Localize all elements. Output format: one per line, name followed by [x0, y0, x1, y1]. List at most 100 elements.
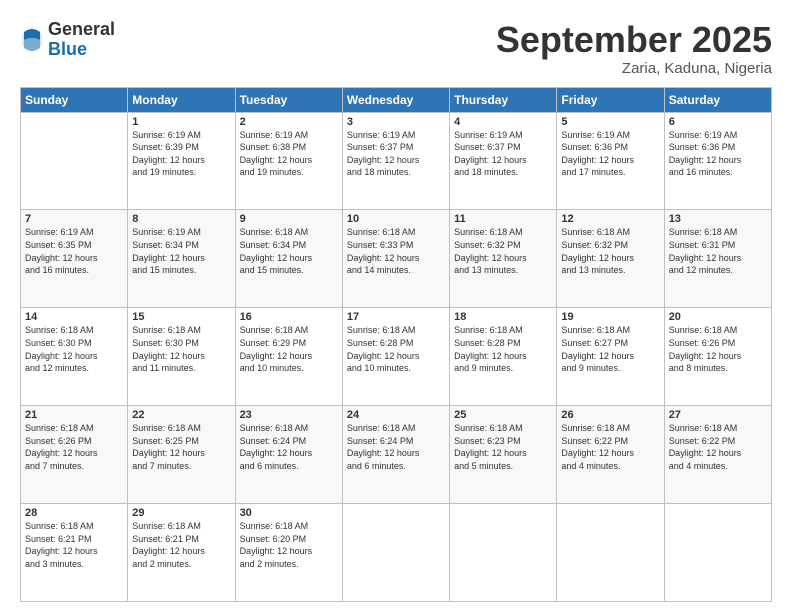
col-thursday: Thursday: [450, 87, 557, 112]
table-row: 17 Sunrise: 6:18 AMSunset: 6:28 PMDaylig…: [342, 308, 449, 406]
day-info: Sunrise: 6:18 AMSunset: 6:21 PMDaylight:…: [25, 521, 98, 569]
table-row: 30 Sunrise: 6:18 AMSunset: 6:20 PMDaylig…: [235, 504, 342, 602]
day-info: Sunrise: 6:19 AMSunset: 6:38 PMDaylight:…: [240, 130, 313, 178]
table-row: 24 Sunrise: 6:18 AMSunset: 6:24 PMDaylig…: [342, 406, 449, 504]
table-row: 2 Sunrise: 6:19 AMSunset: 6:38 PMDayligh…: [235, 112, 342, 210]
calendar: Sunday Monday Tuesday Wednesday Thursday…: [20, 87, 772, 602]
day-number: 13: [669, 213, 767, 225]
day-info: Sunrise: 6:18 AMSunset: 6:28 PMDaylight:…: [454, 325, 527, 373]
day-number: 1: [132, 116, 230, 128]
header: General Blue September 2025 Zaria, Kadun…: [20, 20, 772, 77]
logo-icon: [20, 26, 44, 54]
day-number: 21: [25, 409, 123, 421]
day-number: 4: [454, 116, 552, 128]
day-info: Sunrise: 6:18 AMSunset: 6:33 PMDaylight:…: [347, 227, 420, 275]
table-row: 4 Sunrise: 6:19 AMSunset: 6:37 PMDayligh…: [450, 112, 557, 210]
day-number: 29: [132, 507, 230, 519]
table-row: [557, 504, 664, 602]
table-row: 10 Sunrise: 6:18 AMSunset: 6:33 PMDaylig…: [342, 210, 449, 308]
day-number: 23: [240, 409, 338, 421]
table-row: 13 Sunrise: 6:18 AMSunset: 6:31 PMDaylig…: [664, 210, 771, 308]
day-info: Sunrise: 6:18 AMSunset: 6:32 PMDaylight:…: [561, 227, 634, 275]
table-row: [342, 504, 449, 602]
table-row: 20 Sunrise: 6:18 AMSunset: 6:26 PMDaylig…: [664, 308, 771, 406]
day-number: 7: [25, 213, 123, 225]
day-number: 28: [25, 507, 123, 519]
day-info: Sunrise: 6:18 AMSunset: 6:22 PMDaylight:…: [669, 423, 742, 471]
table-row: 23 Sunrise: 6:18 AMSunset: 6:24 PMDaylig…: [235, 406, 342, 504]
day-number: 27: [669, 409, 767, 421]
day-info: Sunrise: 6:19 AMSunset: 6:34 PMDaylight:…: [132, 227, 205, 275]
day-number: 17: [347, 311, 445, 323]
table-row: 18 Sunrise: 6:18 AMSunset: 6:28 PMDaylig…: [450, 308, 557, 406]
table-row: [450, 504, 557, 602]
day-number: 15: [132, 311, 230, 323]
day-number: 3: [347, 116, 445, 128]
table-row: 7 Sunrise: 6:19 AMSunset: 6:35 PMDayligh…: [21, 210, 128, 308]
day-number: 14: [25, 311, 123, 323]
day-info: Sunrise: 6:18 AMSunset: 6:27 PMDaylight:…: [561, 325, 634, 373]
day-number: 25: [454, 409, 552, 421]
day-info: Sunrise: 6:19 AMSunset: 6:37 PMDaylight:…: [347, 130, 420, 178]
day-number: 10: [347, 213, 445, 225]
day-info: Sunrise: 6:18 AMSunset: 6:25 PMDaylight:…: [132, 423, 205, 471]
day-info: Sunrise: 6:18 AMSunset: 6:26 PMDaylight:…: [669, 325, 742, 373]
day-number: 24: [347, 409, 445, 421]
table-row: 21 Sunrise: 6:18 AMSunset: 6:26 PMDaylig…: [21, 406, 128, 504]
calendar-header-row: Sunday Monday Tuesday Wednesday Thursday…: [21, 87, 772, 112]
table-row: 25 Sunrise: 6:18 AMSunset: 6:23 PMDaylig…: [450, 406, 557, 504]
day-info: Sunrise: 6:18 AMSunset: 6:26 PMDaylight:…: [25, 423, 98, 471]
day-number: 26: [561, 409, 659, 421]
table-row: 5 Sunrise: 6:19 AMSunset: 6:36 PMDayligh…: [557, 112, 664, 210]
table-row: 28 Sunrise: 6:18 AMSunset: 6:21 PMDaylig…: [21, 504, 128, 602]
table-row: 15 Sunrise: 6:18 AMSunset: 6:30 PMDaylig…: [128, 308, 235, 406]
day-info: Sunrise: 6:18 AMSunset: 6:23 PMDaylight:…: [454, 423, 527, 471]
day-number: 8: [132, 213, 230, 225]
day-number: 11: [454, 213, 552, 225]
table-row: 3 Sunrise: 6:19 AMSunset: 6:37 PMDayligh…: [342, 112, 449, 210]
day-info: Sunrise: 6:18 AMSunset: 6:22 PMDaylight:…: [561, 423, 634, 471]
day-number: 6: [669, 116, 767, 128]
table-row: 11 Sunrise: 6:18 AMSunset: 6:32 PMDaylig…: [450, 210, 557, 308]
table-row: 1 Sunrise: 6:19 AMSunset: 6:39 PMDayligh…: [128, 112, 235, 210]
table-row: 22 Sunrise: 6:18 AMSunset: 6:25 PMDaylig…: [128, 406, 235, 504]
table-row: [21, 112, 128, 210]
col-friday: Friday: [557, 87, 664, 112]
col-saturday: Saturday: [664, 87, 771, 112]
day-info: Sunrise: 6:18 AMSunset: 6:34 PMDaylight:…: [240, 227, 313, 275]
day-info: Sunrise: 6:18 AMSunset: 6:30 PMDaylight:…: [132, 325, 205, 373]
day-info: Sunrise: 6:19 AMSunset: 6:39 PMDaylight:…: [132, 130, 205, 178]
day-info: Sunrise: 6:18 AMSunset: 6:28 PMDaylight:…: [347, 325, 420, 373]
col-tuesday: Tuesday: [235, 87, 342, 112]
page: General Blue September 2025 Zaria, Kadun…: [0, 0, 792, 612]
day-info: Sunrise: 6:19 AMSunset: 6:37 PMDaylight:…: [454, 130, 527, 178]
table-row: 27 Sunrise: 6:18 AMSunset: 6:22 PMDaylig…: [664, 406, 771, 504]
calendar-week-row: 21 Sunrise: 6:18 AMSunset: 6:26 PMDaylig…: [21, 406, 772, 504]
day-number: 19: [561, 311, 659, 323]
logo: General Blue: [20, 20, 115, 60]
day-number: 12: [561, 213, 659, 225]
calendar-week-row: 1 Sunrise: 6:19 AMSunset: 6:39 PMDayligh…: [21, 112, 772, 210]
table-row: 14 Sunrise: 6:18 AMSunset: 6:30 PMDaylig…: [21, 308, 128, 406]
day-info: Sunrise: 6:19 AMSunset: 6:35 PMDaylight:…: [25, 227, 98, 275]
day-number: 18: [454, 311, 552, 323]
day-info: Sunrise: 6:18 AMSunset: 6:30 PMDaylight:…: [25, 325, 98, 373]
calendar-week-row: 14 Sunrise: 6:18 AMSunset: 6:30 PMDaylig…: [21, 308, 772, 406]
day-number: 9: [240, 213, 338, 225]
col-sunday: Sunday: [21, 87, 128, 112]
day-number: 30: [240, 507, 338, 519]
table-row: 12 Sunrise: 6:18 AMSunset: 6:32 PMDaylig…: [557, 210, 664, 308]
day-info: Sunrise: 6:18 AMSunset: 6:24 PMDaylight:…: [240, 423, 313, 471]
day-info: Sunrise: 6:19 AMSunset: 6:36 PMDaylight:…: [561, 130, 634, 178]
month-title: September 2025: [496, 20, 772, 60]
table-row: 6 Sunrise: 6:19 AMSunset: 6:36 PMDayligh…: [664, 112, 771, 210]
day-number: 20: [669, 311, 767, 323]
table-row: 16 Sunrise: 6:18 AMSunset: 6:29 PMDaylig…: [235, 308, 342, 406]
day-info: Sunrise: 6:18 AMSunset: 6:24 PMDaylight:…: [347, 423, 420, 471]
calendar-week-row: 7 Sunrise: 6:19 AMSunset: 6:35 PMDayligh…: [21, 210, 772, 308]
day-number: 2: [240, 116, 338, 128]
day-info: Sunrise: 6:18 AMSunset: 6:20 PMDaylight:…: [240, 521, 313, 569]
title-block: September 2025 Zaria, Kaduna, Nigeria: [496, 20, 772, 77]
table-row: 29 Sunrise: 6:18 AMSunset: 6:21 PMDaylig…: [128, 504, 235, 602]
day-number: 5: [561, 116, 659, 128]
